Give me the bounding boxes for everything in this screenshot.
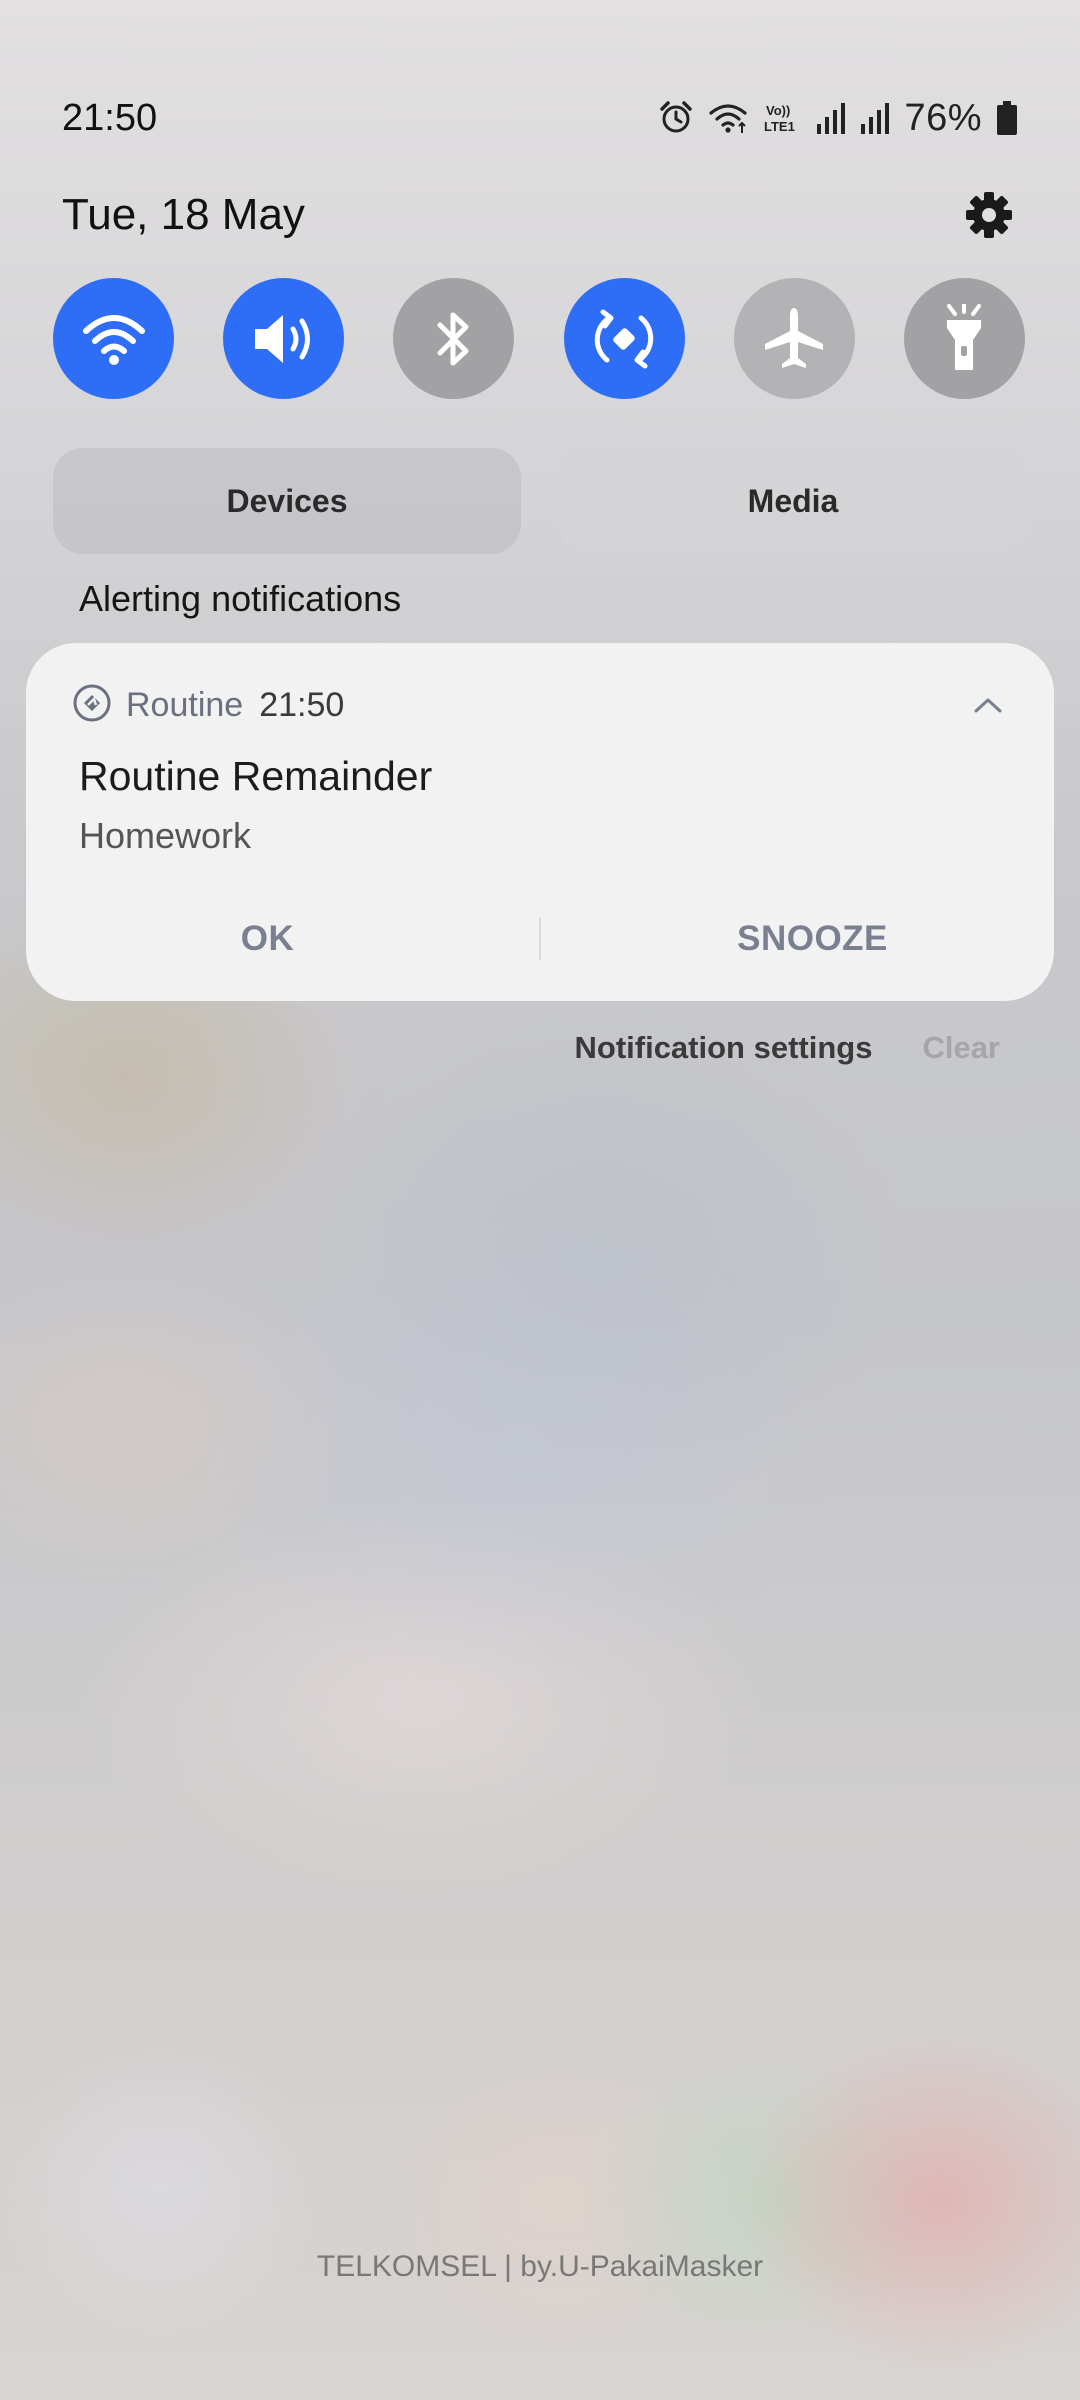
carrier-label: TELKOMSEL | by.U-PakaiMasker [316,2250,764,2283]
sound-icon [254,314,310,363]
collapse-button[interactable] [968,683,1008,727]
flashlight-toggle[interactable] [903,278,1025,399]
bluetooth-icon [437,312,469,365]
routine-app-icon [72,683,112,728]
airplane-toggle[interactable] [733,278,855,399]
date-label: Tue, 18 May [62,190,305,239]
gear-icon[interactable] [960,186,1018,244]
notification-header: Routine 21:50 [72,683,344,727]
wifi-toggle[interactable] [53,278,174,399]
status-bar: 21:50 Vo)) LTE1 76% [62,88,1018,148]
notification-title: Routine Remainder [79,753,433,799]
airplane-icon [765,307,824,368]
sound-toggle[interactable] [223,278,345,399]
notification-app-name: Routine [126,685,244,724]
clear-button[interactable]: Clear [922,1030,1000,1066]
notification-time: 21:50 [259,685,345,724]
signal-icon [860,102,890,134]
auto-rotate-toggle[interactable] [563,278,685,399]
devices-button[interactable]: Devices [53,448,521,554]
signal-icon [816,102,846,134]
wifi-calling-icon [708,101,750,135]
devices-media-row: Devices Media [53,448,1027,554]
notification-actions: OK SNOOZE [26,901,1054,977]
date-row: Tue, 18 May [62,178,1018,252]
battery-icon [996,101,1018,135]
notification-footer: Notification settings Clear [575,1026,1001,1070]
wifi-icon [82,314,145,365]
notification-card[interactable]: Routine 21:50 Routine Remainder Homework… [26,643,1054,1001]
volte-lte-icon: Vo)) LTE1 [764,101,802,135]
ok-button[interactable]: OK [26,919,539,959]
notification-text: Homework [79,815,252,856]
svg-text:LTE1: LTE1 [764,119,795,134]
flashlight-icon [947,303,982,370]
status-time: 21:50 [62,96,158,139]
alarm-icon [658,100,694,136]
quick-toggles [53,278,1025,400]
notification-settings-button[interactable]: Notification settings [575,1030,873,1066]
auto-rotate-icon [594,309,654,368]
battery-percent: 76% [904,96,982,139]
status-icons: Vo)) LTE1 76% [658,97,1018,140]
alerting-notifications-header: Alerting notifications [79,578,402,619]
bluetooth-toggle[interactable] [393,278,515,399]
svg-text:Vo)): Vo)) [766,103,790,118]
snooze-button[interactable]: SNOOZE [541,919,1054,959]
chevron-up-icon [974,698,1002,713]
media-button[interactable]: Media [559,448,1027,554]
